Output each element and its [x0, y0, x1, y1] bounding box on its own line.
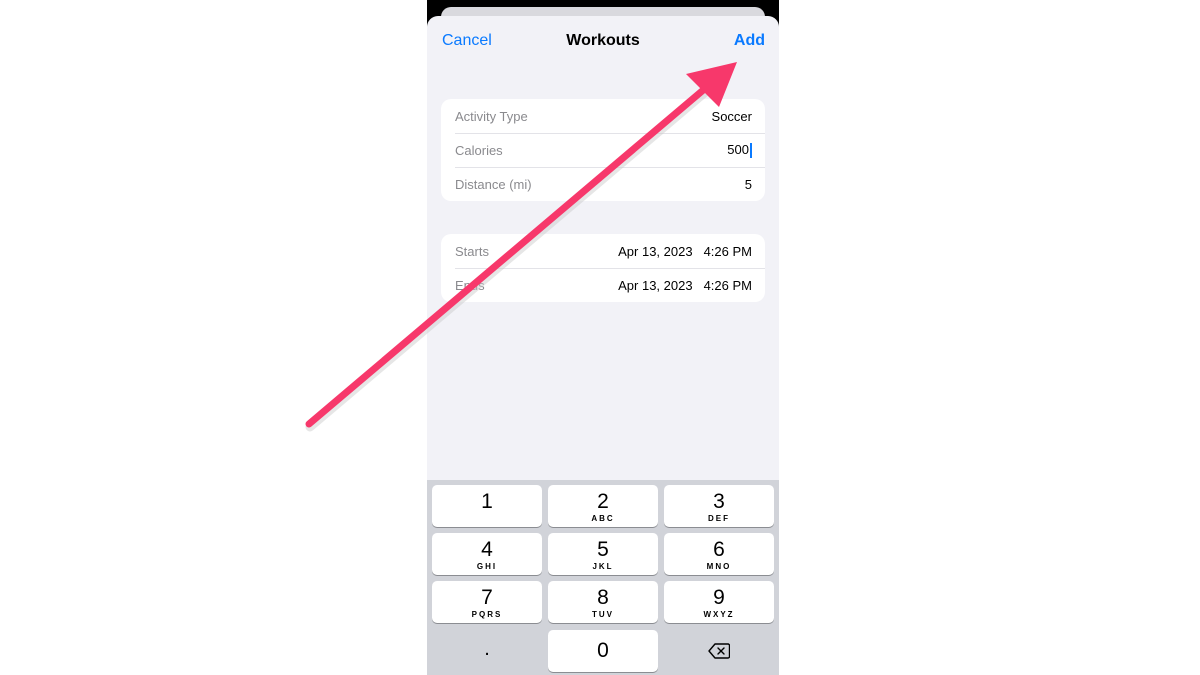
arrow-icon [305, 62, 737, 432]
